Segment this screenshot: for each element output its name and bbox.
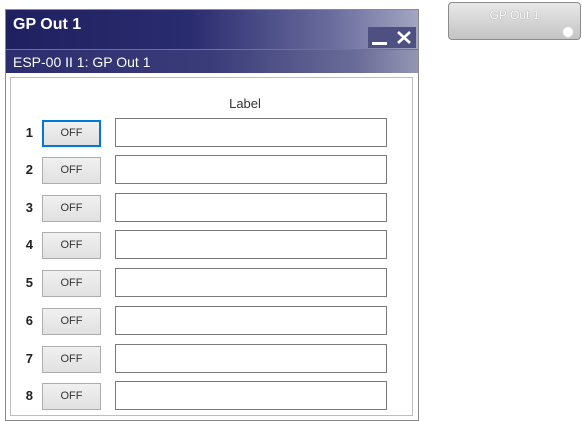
- output-number: 7: [25, 351, 33, 366]
- output-5-label-field[interactable]: [115, 268, 387, 297]
- output-number: 5: [25, 275, 33, 290]
- output-8-toggle-button[interactable]: OFF: [42, 383, 101, 410]
- output-2-label-field[interactable]: [115, 155, 387, 184]
- minimize-icon: [372, 42, 387, 45]
- output-number: 4: [25, 237, 33, 252]
- output-7-toggle-button[interactable]: OFF: [42, 346, 101, 373]
- window-title: GP Out 1: [13, 16, 82, 33]
- output-number: 6: [25, 313, 33, 328]
- title-bar[interactable]: GP Out 1 ESP-00 II 1: GP Out 1: [6, 10, 418, 73]
- output-1-toggle-button[interactable]: OFF: [42, 120, 101, 147]
- output-5-toggle-button[interactable]: OFF: [42, 270, 101, 297]
- output-number: 8: [25, 388, 33, 403]
- output-number: 3: [25, 200, 33, 215]
- led-indicator: [562, 26, 574, 38]
- output-4-toggle-button[interactable]: OFF: [42, 232, 101, 259]
- output-6-label-field[interactable]: [115, 306, 387, 335]
- gp-out-mini-widget[interactable]: GP Out 1: [448, 2, 581, 40]
- mini-widget-label: GP Out 1: [489, 8, 540, 22]
- output-2-toggle-button[interactable]: OFF: [42, 157, 101, 184]
- label-column-header: Label: [229, 96, 261, 111]
- window-subtitle: ESP-00 II 1: GP Out 1: [6, 49, 418, 73]
- minimize-button[interactable]: [368, 27, 392, 48]
- output-8-label-field[interactable]: [115, 381, 387, 410]
- output-3-label-field[interactable]: [115, 193, 387, 222]
- close-icon: [397, 31, 411, 44]
- output-number: 2: [25, 162, 33, 177]
- output-4-label-field[interactable]: [115, 230, 387, 259]
- output-3-toggle-button[interactable]: OFF: [42, 195, 101, 222]
- output-7-label-field[interactable]: [115, 344, 387, 373]
- output-number: 1: [25, 125, 33, 140]
- output-1-label-field[interactable]: [115, 118, 387, 147]
- close-button[interactable]: [392, 27, 416, 48]
- output-6-toggle-button[interactable]: OFF: [42, 308, 101, 335]
